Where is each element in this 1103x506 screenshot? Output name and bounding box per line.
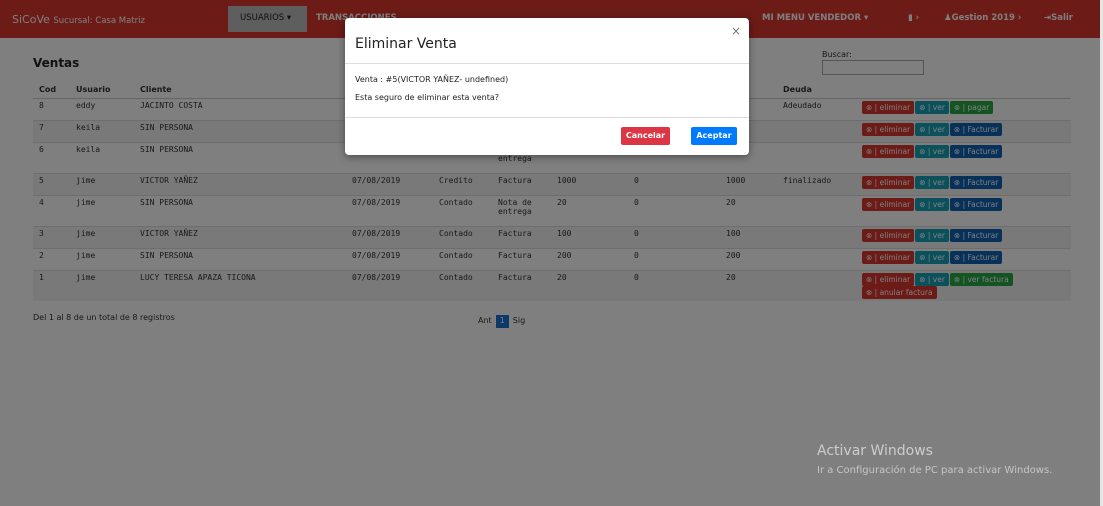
delete-sale-modal: Eliminar Venta × Venta : #5(VICTOR YAÑEZ…: [345, 18, 749, 155]
cancel-button[interactable]: Cancelar: [621, 127, 670, 145]
windows-activation-subtitle: Ir a Configuración de PC para activar Wi…: [817, 465, 1053, 476]
modal-divider-bottom: [345, 117, 749, 118]
close-icon[interactable]: ×: [731, 24, 741, 38]
modal-title: Eliminar Venta: [355, 36, 457, 52]
modal-question: Esta seguro de eliminar esta venta?: [355, 93, 500, 102]
modal-venta-line: Venta : #5(VICTOR YAÑEZ- undefined): [355, 75, 509, 84]
windows-activation-title: Activar Windows: [817, 443, 933, 459]
modal-divider-top: [345, 63, 749, 64]
accept-button[interactable]: Aceptar: [691, 127, 737, 145]
